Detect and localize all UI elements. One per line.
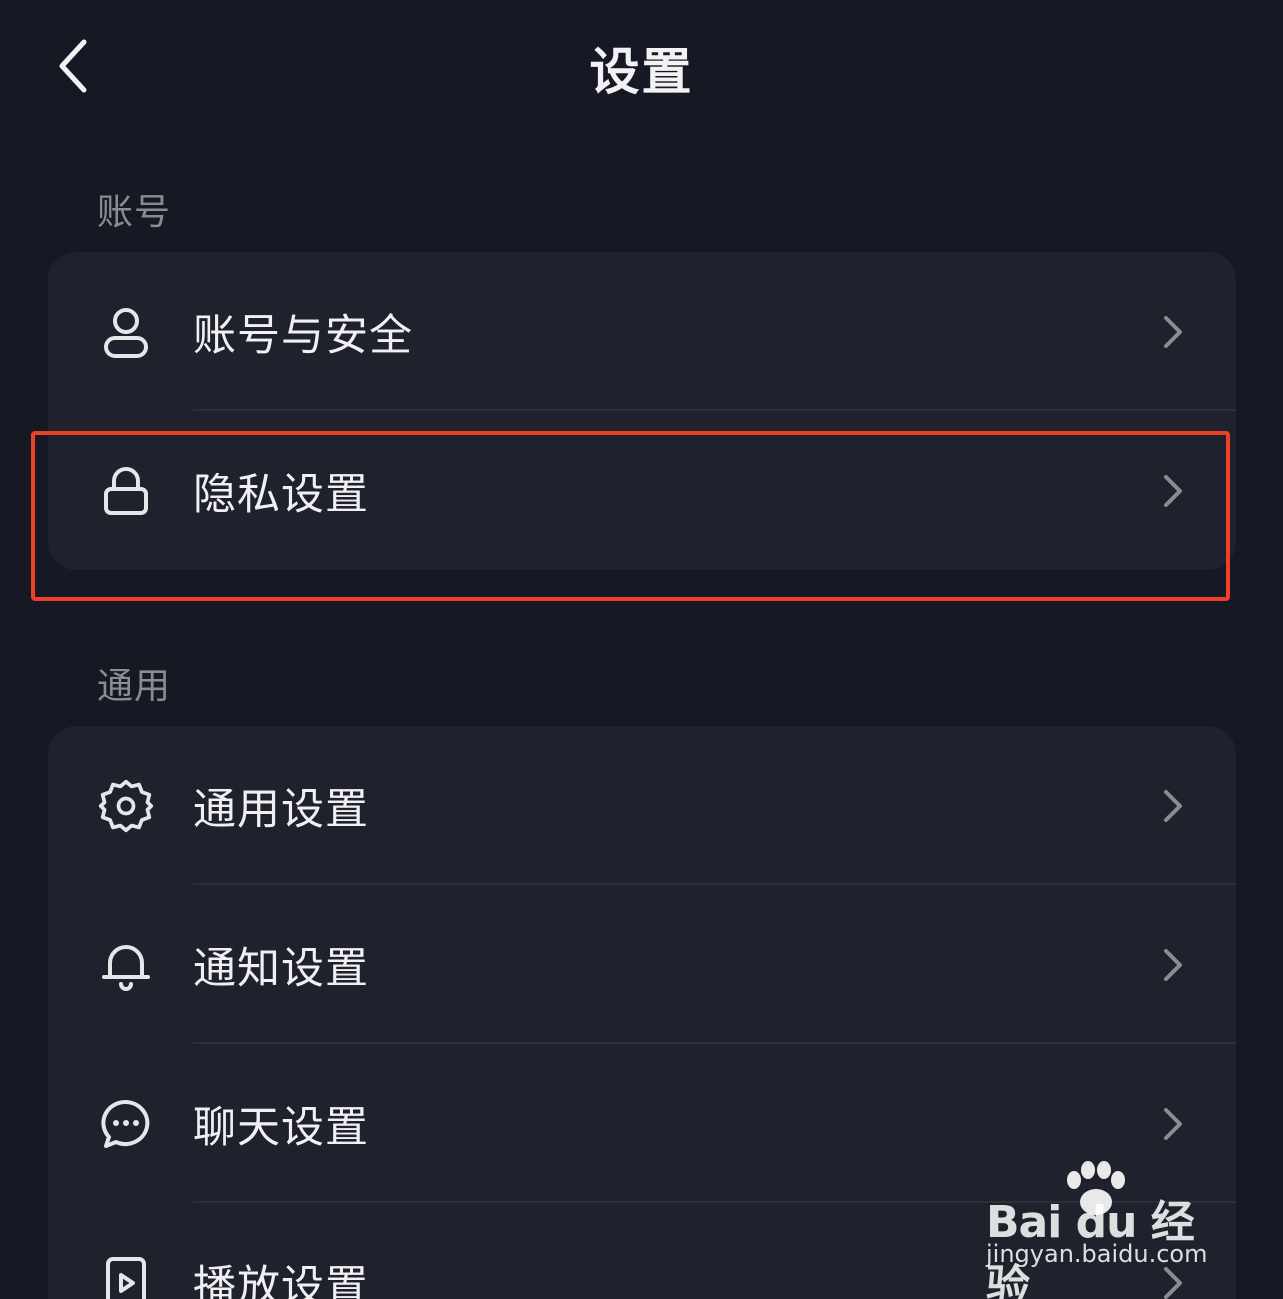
chat-settings-item[interactable]: 聊天设置 [48,1044,1236,1203]
gear-icon [98,778,154,834]
privacy-settings-label: 隐私设置 [193,469,369,520]
playback-settings-label: 播放设置 [193,1261,369,1299]
play-file-icon [98,1255,154,1299]
page-title: 设置 [589,43,694,101]
account-card: 账号与安全 隐私设置 [48,252,1236,570]
notification-settings-item[interactable]: 通知设置 [48,885,1236,1044]
playback-settings-item[interactable]: 播放设置 [48,1203,1236,1299]
chevron-right-icon [1158,469,1188,513]
notification-settings-label: 通知设置 [193,943,369,994]
chevron-right-icon [1158,1102,1188,1146]
lock-icon [98,463,154,519]
general-settings-item[interactable]: 通用设置 [48,726,1236,885]
section-label-general: 通用 [97,666,172,707]
section-label-account: 账号 [97,192,172,233]
chat-bubble-icon [98,1096,154,1152]
chevron-right-icon [1158,943,1188,987]
chevron-right-icon [1158,310,1188,354]
general-settings-label: 通用设置 [193,784,369,835]
account-security-item[interactable]: 账号与安全 [48,252,1236,411]
chevron-right-icon [1158,1261,1188,1299]
chat-settings-label: 聊天设置 [193,1102,369,1153]
account-security-label: 账号与安全 [193,310,413,361]
general-card: 通用设置 通知设置 聊天设置 播放设置 [48,726,1236,1299]
user-icon [98,304,154,360]
bell-icon [98,937,154,993]
settings-page: 设置 账号 账号与安全 隐私设置 通用 通用设置 通知设置 聊天设置 播放设置 … [0,0,1283,1299]
chevron-right-icon [1158,784,1188,828]
privacy-settings-item[interactable]: 隐私设置 [48,411,1236,570]
